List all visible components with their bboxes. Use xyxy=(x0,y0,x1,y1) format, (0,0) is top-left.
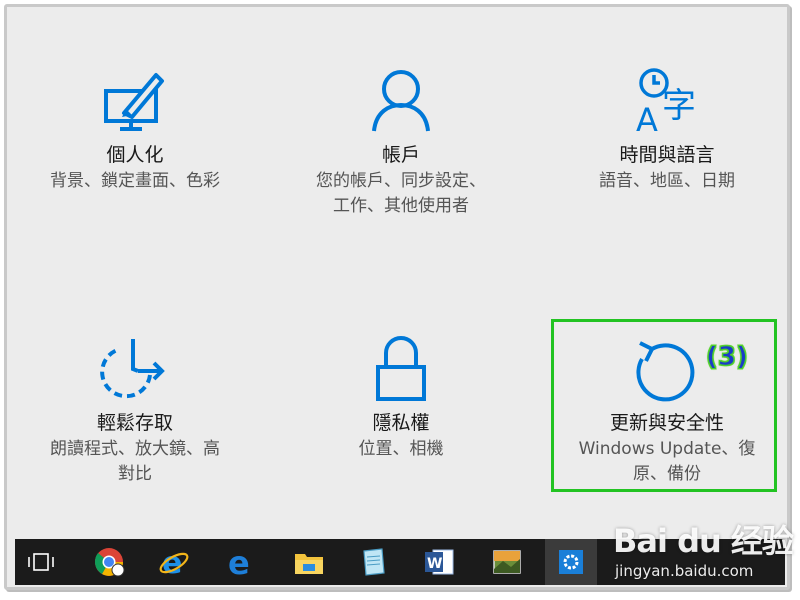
watermark-logo: Bai du 经验 xyxy=(613,522,794,560)
privacy-lock-icon xyxy=(376,336,426,401)
settings-window: 個人化 背景、鎖定畫面、色彩 帳戶 您的帳戶、同步設定、 工作、其他使用者 A … xyxy=(4,4,790,590)
personalization-icon xyxy=(104,73,164,131)
photos-button[interactable] xyxy=(481,539,533,585)
task-view-button[interactable] xyxy=(15,539,67,585)
file-explorer-button[interactable] xyxy=(283,539,335,585)
word-button[interactable]: W xyxy=(413,539,465,585)
word-icon: W xyxy=(425,549,454,575)
tile-description: 朗讀程式、放大鏡、高 對比 xyxy=(50,439,220,484)
tile-title: 個人化 xyxy=(106,144,164,166)
tile-privacy[interactable]: 隱私權 位置、相機 xyxy=(276,335,526,462)
settings-gear-icon xyxy=(559,550,583,574)
edge-icon: e xyxy=(228,546,250,578)
edge-button[interactable]: e xyxy=(215,539,267,585)
photos-icon xyxy=(493,550,521,574)
tile-ease-of-access[interactable]: 輕鬆存取 朗讀程式、放大鏡、高 對比 xyxy=(10,335,260,487)
tile-accounts[interactable]: 帳戶 您的帳戶、同步設定、 工作、其他使用者 xyxy=(276,67,526,219)
svg-text:e: e xyxy=(228,546,250,578)
internet-explorer-icon: e xyxy=(159,546,189,579)
file-explorer-icon xyxy=(295,554,323,574)
step-annotation: (3) xyxy=(706,342,749,373)
watermark: Bai du 经验 jingyan.baidu.com xyxy=(613,510,794,585)
tile-description: 背景、鎖定畫面、色彩 xyxy=(50,171,220,191)
ease-of-access-icon xyxy=(100,339,165,399)
svg-text:A: A xyxy=(636,101,658,135)
tile-title: 輕鬆存取 xyxy=(96,412,173,434)
watermark-url: jingyan.baidu.com xyxy=(615,562,754,580)
svg-text:字: 字 xyxy=(662,86,696,126)
notepad-button[interactable] xyxy=(347,539,399,585)
tile-personalization[interactable]: 個人化 背景、鎖定畫面、色彩 xyxy=(10,67,260,194)
chrome-icon xyxy=(94,548,125,577)
tile-description: 位置、相機 xyxy=(358,439,444,459)
settings-button[interactable] xyxy=(545,539,597,585)
tile-description: 語音、地區、日期 xyxy=(599,171,735,191)
chrome-button[interactable] xyxy=(83,539,135,585)
notepad-icon xyxy=(363,548,385,576)
account-icon xyxy=(372,70,430,132)
tile-description: 您的帳戶、同步設定、 工作、其他使用者 xyxy=(316,171,486,216)
tile-title: 隱私權 xyxy=(372,412,430,434)
task-view-icon xyxy=(28,553,54,571)
tile-title: 時間與語言 xyxy=(619,144,715,166)
tile-time-language[interactable]: A 字 時間與語言 語音、地區、日期 xyxy=(542,67,792,194)
svg-text:W: W xyxy=(427,556,442,572)
time-language-icon: A 字 xyxy=(636,68,696,135)
internet-explorer-button[interactable]: e xyxy=(148,539,200,585)
tile-title: 帳戶 xyxy=(381,144,420,166)
